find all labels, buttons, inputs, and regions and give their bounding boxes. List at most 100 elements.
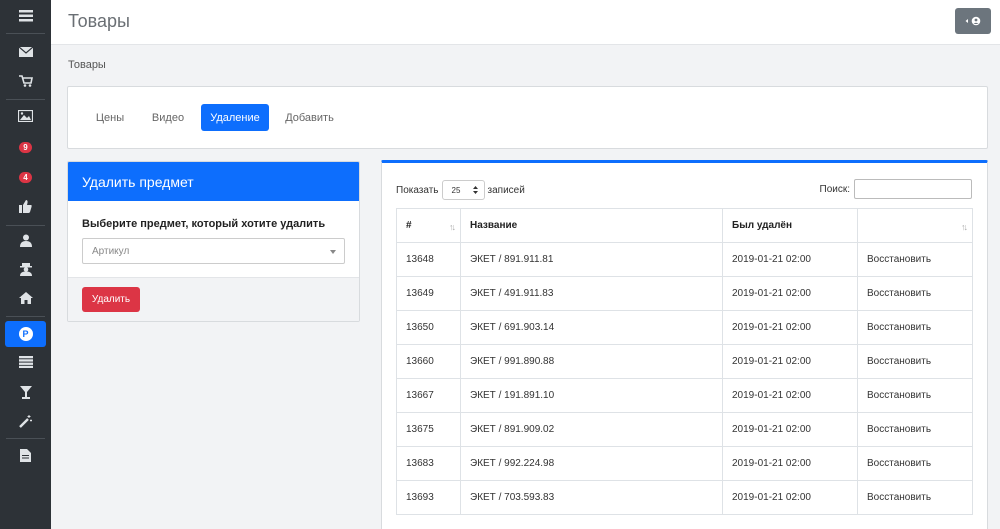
page-length-value: 25: [451, 185, 461, 195]
column-header-deleted[interactable]: Был удалён: [722, 208, 858, 243]
cell-id: 13667: [396, 378, 461, 413]
cell-deleted-date: 2019-01-21 02:00: [722, 242, 858, 277]
restore-link[interactable]: Восстановить: [857, 242, 973, 277]
sidebar-divider: [6, 99, 45, 100]
table-row: 13660 ЭКЕТ / 991.890.88 2019-01-21 02:00 Во…: [396, 344, 973, 379]
envelope-icon[interactable]: [0, 38, 51, 66]
restore-link[interactable]: Восстановить: [857, 412, 973, 447]
menu-toggle-icon[interactable]: [0, 2, 51, 30]
article-select[interactable]: Артикул: [82, 238, 345, 264]
cell-id: 13675: [396, 412, 461, 447]
parking-icon: P: [18, 327, 33, 341]
sort-updown-icon: [472, 186, 478, 194]
column-header-id[interactable]: # ↑↓: [396, 208, 461, 243]
cell-id: 13648: [396, 242, 461, 277]
tabs-card: Цены Видео Удаление Добавить: [67, 86, 988, 149]
cell-deleted-date: 2019-01-21 02:00: [722, 446, 858, 481]
tab-prices[interactable]: Цены: [86, 104, 134, 131]
tab-add[interactable]: Добавить: [278, 104, 341, 131]
tab-video[interactable]: Видео: [143, 104, 193, 131]
user-icon[interactable]: [0, 226, 51, 254]
sidebar-divider: [6, 316, 45, 317]
cell-deleted-date: 2019-01-21 02:00: [722, 310, 858, 345]
active-indicator: P: [5, 321, 46, 347]
column-header-name[interactable]: Название: [460, 208, 723, 243]
search-input[interactable]: [854, 179, 972, 199]
tab-delete[interactable]: Удаление: [201, 104, 269, 131]
page-length-select[interactable]: 25: [441, 180, 485, 200]
delete-item-panel: Удалить предмет Выберите предмет, которы…: [67, 161, 360, 322]
cell-name: ЭКЕТ / 891.911.81: [460, 242, 723, 277]
table-row: 13683 ЭКЕТ / 992.224.98 2019-01-21 02:00 Во…: [396, 446, 973, 481]
table-row: 13693 ЭКЕТ / 703.593.83 2019-01-21 02:00 Во…: [396, 480, 973, 515]
user-secret-icon[interactable]: [0, 255, 51, 283]
column-label: Был удалён: [732, 220, 793, 231]
panel-title: Удалить предмет: [68, 162, 359, 201]
restore-link[interactable]: Восстановить: [857, 276, 973, 311]
thumbs-up-icon[interactable]: [0, 192, 51, 220]
cell-deleted-date: 2019-01-21 02:00: [722, 378, 858, 413]
breadcrumb[interactable]: Товары: [68, 59, 106, 71]
restore-link[interactable]: Восстановить: [857, 378, 973, 413]
sidebar-divider: [6, 33, 45, 34]
cell-deleted-date: 2019-01-21 02:00: [722, 412, 858, 447]
table-row: 13667 ЭКЕТ / 191.891.10 2019-01-21 02:00 Во…: [396, 378, 973, 413]
cell-deleted-date: 2019-01-21 02:00: [722, 344, 858, 379]
cell-id: 13649: [396, 276, 461, 311]
table-body: 13648 ЭКЕТ / 891.911.81 2019-01-21 02:00 Во…: [396, 242, 973, 515]
sidebar-item-parking[interactable]: P: [0, 320, 51, 348]
column-header-actions[interactable]: ↑↓: [857, 208, 973, 243]
notification-badge: 9: [19, 141, 32, 153]
deleted-items-panel: Показать 25 записей Поиск: # ↑↓ Название …: [381, 160, 988, 529]
sidebar-badge-item[interactable]: 9: [0, 133, 51, 161]
sidebar: 9 4 P: [0, 0, 51, 529]
select-placeholder: Артикул: [92, 246, 130, 257]
cell-name: ЭКЕТ / 991.890.88: [460, 344, 723, 379]
sidebar-divider: [6, 438, 45, 439]
magic-wand-icon[interactable]: [0, 407, 51, 435]
caret-down-icon: [330, 250, 336, 254]
select-label: Выберите предмет, который хотите удалить: [82, 218, 326, 230]
cell-id: 13660: [396, 344, 461, 379]
sidebar-badge-item[interactable]: 4: [0, 163, 51, 191]
user-circle-icon: [965, 16, 981, 26]
cell-name: ЭКЕТ / 191.891.10: [460, 378, 723, 413]
cell-name: ЭКЕТ / 703.593.83: [460, 480, 723, 515]
cell-deleted-date: 2019-01-21 02:00: [722, 276, 858, 311]
table-row: 13649 ЭКЕТ / 491.911.83 2019-01-21 02:00 Во…: [396, 276, 973, 311]
restore-link[interactable]: Восстановить: [857, 480, 973, 515]
show-label: Показать: [396, 184, 439, 196]
cell-name: ЭКЕТ / 491.911.83: [460, 276, 723, 311]
cell-name: ЭКЕТ / 691.903.14: [460, 310, 723, 345]
table-header-row: # ↑↓ Название Был удалён ↑↓: [396, 208, 973, 243]
notification-badge: 4: [19, 171, 32, 183]
delete-button[interactable]: Удалить: [82, 287, 140, 312]
list-icon[interactable]: [0, 348, 51, 376]
records-label: записей: [487, 184, 525, 196]
restore-link[interactable]: Восстановить: [857, 310, 973, 345]
top-bar: Товары: [51, 0, 1000, 45]
cell-name: ЭКЕТ / 992.224.98: [460, 446, 723, 481]
restore-link[interactable]: Восстановить: [857, 446, 973, 481]
search-control: Поиск:: [819, 179, 972, 199]
restore-link[interactable]: Восстановить: [857, 344, 973, 379]
sort-icon: ↑↓: [449, 222, 456, 232]
sort-icon: ↑↓: [961, 222, 968, 232]
cell-deleted-date: 2019-01-21 02:00: [722, 480, 858, 515]
column-label: Название: [470, 220, 518, 231]
user-menu-button[interactable]: [955, 8, 991, 34]
table-row: 13648 ЭКЕТ / 891.911.81 2019-01-21 02:00 Во…: [396, 242, 973, 277]
cocktail-icon[interactable]: [0, 378, 51, 406]
home-icon[interactable]: [0, 284, 51, 312]
cell-id: 13683: [396, 446, 461, 481]
page-title: Товары: [68, 11, 130, 31]
cell-id: 13693: [396, 480, 461, 515]
search-label: Поиск:: [819, 183, 851, 195]
page-length-control: Показать 25 записей: [396, 180, 525, 200]
column-label: #: [406, 220, 412, 231]
cart-icon[interactable]: [0, 67, 51, 95]
cell-id: 13650: [396, 310, 461, 345]
file-icon[interactable]: [0, 441, 51, 469]
deleted-items-table: # ↑↓ Название Был удалён ↑↓ 13648 ЭКЕТ / 8…: [396, 208, 973, 515]
image-icon[interactable]: [0, 102, 51, 130]
